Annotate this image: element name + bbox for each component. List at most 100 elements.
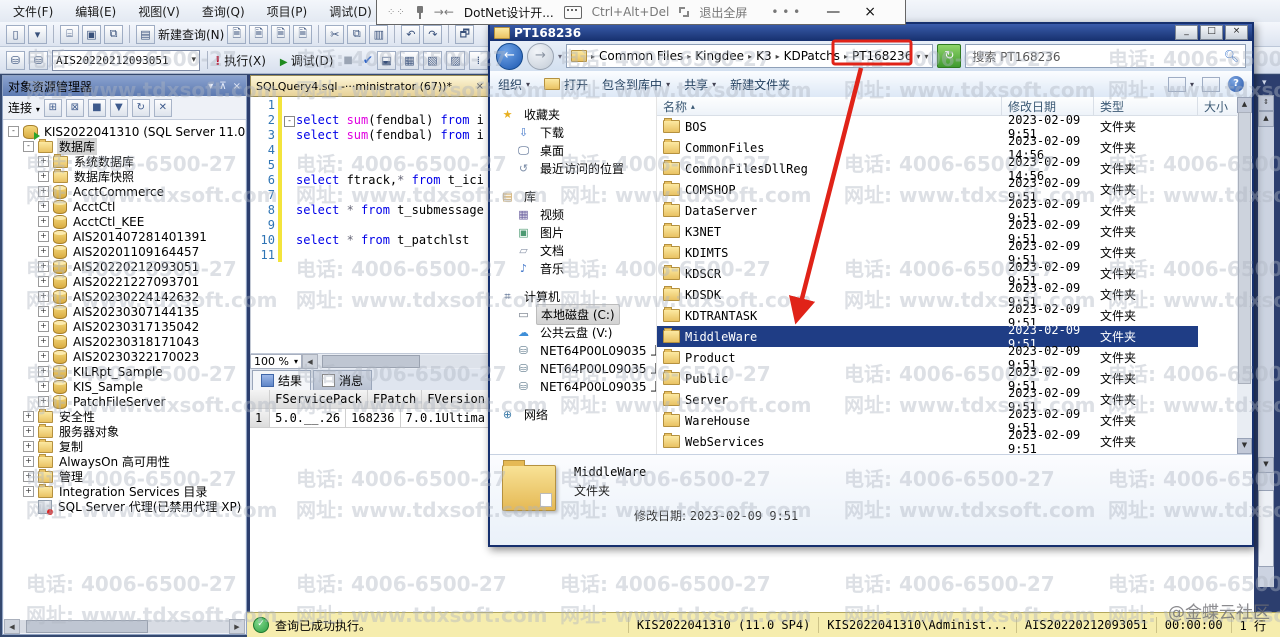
file-row[interactable]: WebServices2023-02-09 9:51文件夹 (657, 431, 1252, 452)
tree-item[interactable]: +AIS20230224142632 (4, 289, 245, 304)
breadcrumb-arrow-icon[interactable]: ▸ (842, 52, 850, 61)
file-row[interactable]: COMSHOP2023-02-09 9:51文件夹 (657, 179, 1252, 200)
change-connection-icon[interactable]: ⛁ (29, 51, 48, 70)
exit-fullscreen-icon[interactable] (679, 7, 689, 17)
object-explorer-hscrollbar[interactable]: ◀ ▶ (4, 620, 245, 633)
tree-item[interactable]: +KIS_Sample (4, 379, 245, 394)
tree-expander[interactable]: + (38, 381, 49, 392)
editor-tab[interactable]: SQLQuery4.sql -···ministrator (67))* × (250, 75, 490, 97)
file-row[interactable]: CommonFiles2023-02-09 14:56文件夹 (657, 137, 1252, 158)
tree-expander[interactable]: + (38, 201, 49, 212)
sidebar-item[interactable]: ⊕网络 (490, 405, 656, 423)
file-row[interactable]: K3NET2023-02-09 9:51文件夹 (657, 221, 1252, 242)
tree-item[interactable]: +数据库快照 (4, 169, 245, 184)
connect-button[interactable]: 连接 ▾ (8, 99, 40, 116)
ctrl-alt-del-button[interactable]: Ctrl+Alt+Del (592, 5, 670, 19)
sidebar-item[interactable]: ⛁NET64P00L09035 上的 (490, 341, 656, 359)
tree-item[interactable]: +安全性 (4, 409, 245, 424)
debug-button[interactable]: ▶ 调试(D) (280, 52, 333, 69)
tree-item[interactable]: +Integration Services 目录 (4, 484, 245, 499)
scroll-left-icon[interactable]: ◀ (302, 354, 318, 369)
results-data-row[interactable]: 1 5.0.__.26 168236 7.0.1Ultima (250, 409, 490, 428)
include-in-library-button[interactable]: 包含到库中▾ (602, 76, 670, 93)
open-button[interactable]: 打开 (544, 76, 588, 93)
tree-expander[interactable]: + (38, 291, 49, 302)
tab-results[interactable]: 结果 (252, 370, 311, 390)
back-button[interactable]: ← (496, 43, 523, 70)
menu-item[interactable]: 视图(V) (129, 2, 189, 21)
share-button[interactable]: 共享▾ (684, 76, 716, 93)
more-options-button[interactable]: • • • (771, 5, 800, 19)
connect-server-icon[interactable]: ⊞ (44, 99, 62, 117)
new-project-icon[interactable]: ▯ (6, 25, 25, 44)
tree-item[interactable]: +AIS20230307144135 (4, 304, 245, 319)
file-row[interactable]: Public2023-02-09 9:51文件夹 (657, 368, 1252, 389)
organize-button[interactable]: 组织▾ (498, 76, 530, 93)
lines-icon[interactable]: ▨ (446, 51, 465, 70)
file-row[interactable]: WareHouse2023-02-09 9:51文件夹 (657, 410, 1252, 431)
tree-item[interactable]: +AIS20230318171043 (4, 334, 245, 349)
menu-item[interactable]: 查询(Q) (193, 2, 254, 21)
edit-icon[interactable]: ▦ (400, 51, 419, 70)
splitter-grip[interactable]: ⇕ (1258, 95, 1274, 111)
tree-item[interactable]: -KIS2022041310 (SQL Server 11.0.700 (4, 124, 245, 139)
file-row[interactable]: BOS2023-02-09 9:51文件夹 (657, 116, 1252, 137)
close-button[interactable]: × (1225, 25, 1248, 40)
scroll-down-icon[interactable]: ▼ (1237, 438, 1252, 454)
tree-item[interactable]: +KILRpt_Sample (4, 364, 245, 379)
window-position-icon[interactable]: ▾ (208, 81, 213, 92)
tree-expander[interactable]: - (8, 126, 19, 137)
scroll-left-icon[interactable]: ◀ (4, 619, 20, 634)
forward-button[interactable]: → (527, 43, 554, 70)
scroll-up-icon[interactable]: ▲ (1258, 111, 1274, 127)
scroll-right-icon[interactable]: ▶ (229, 619, 245, 634)
column-header-name[interactable]: 名称 ▴ (657, 97, 1002, 115)
new-query-icon[interactable]: ▤ (136, 25, 155, 44)
breadcrumb-segment[interactable]: KDPatchs (782, 49, 842, 63)
sidebar-item[interactable]: 🖵桌面 (490, 141, 656, 159)
column-header[interactable]: FVersion (422, 390, 490, 409)
redo-icon[interactable]: ↷ (423, 25, 442, 44)
scroll-thumb[interactable] (322, 355, 420, 368)
sidebar-item[interactable]: ▭本地磁盘 (C:) (490, 305, 656, 323)
tree-item[interactable]: +复制 (4, 439, 245, 454)
editor-vscrollbar[interactable]: ⇕ ▲ ▼ (1258, 95, 1274, 587)
tree-item[interactable]: +AIS20230317135042 (4, 319, 245, 334)
breadcrumb-segment[interactable]: Kingdee (693, 49, 746, 63)
column-header-size[interactable]: 大小 (1198, 97, 1240, 115)
save-all-icon[interactable]: ⧉ (104, 25, 123, 44)
parse-icon[interactable]: ✔ (363, 53, 373, 67)
tab-messages[interactable]: 消息 (313, 370, 372, 390)
chevron-down-icon[interactable]: ▾ (191, 55, 196, 65)
file-row[interactable]: Server2023-02-09 9:51文件夹 (657, 389, 1252, 410)
refresh-button[interactable]: ↻ (937, 44, 961, 68)
tree-item[interactable]: +AIS20230322170023 (4, 349, 245, 364)
remove-icon[interactable]: ✕ (154, 99, 172, 117)
sidebar-item[interactable]: ▣图片 (490, 223, 656, 241)
scroll-up-icon[interactable]: ▲ (1237, 97, 1252, 113)
tree-item[interactable]: +AIS20221227093701 (4, 274, 245, 289)
filter-icon[interactable]: ▼ (110, 99, 128, 117)
breadcrumb-arrow-icon[interactable]: ▸ (589, 52, 597, 61)
sidebar-item[interactable]: ⇩下载 (490, 123, 656, 141)
tree-expander[interactable]: + (23, 456, 34, 467)
column-header[interactable]: FServicePack (270, 390, 368, 409)
tree-expander[interactable]: - (23, 141, 34, 152)
column-header-type[interactable]: 类型 (1094, 97, 1198, 115)
sidebar-item[interactable]: ⛁NET64P00L09035 上的 (490, 377, 656, 395)
file-list-vscrollbar[interactable]: ▲ ▼ (1237, 97, 1252, 454)
tree-expander[interactable]: + (38, 321, 49, 332)
paste-icon[interactable]: ▥ (369, 25, 388, 44)
tree-item[interactable]: +AIS20220212093051 (4, 259, 245, 274)
breadcrumb-dropdown-icon[interactable]: ▾ (914, 52, 922, 61)
fit-arrows-icon[interactable]: →← (434, 5, 454, 19)
dmx-doc-icon[interactable]: 🗎 (271, 25, 290, 44)
scroll-thumb[interactable] (1258, 490, 1274, 567)
tree-item[interactable]: SQL Server 代理(已禁用代理 XP) (4, 499, 245, 514)
tree-expander[interactable]: + (23, 486, 34, 497)
undo-icon[interactable]: ↶ (401, 25, 420, 44)
db-query-doc-icon[interactable]: 🗎 (227, 25, 246, 44)
sidebar-item[interactable]: ♪音乐 (490, 259, 656, 277)
breadcrumb-arrow-icon[interactable]: ▸ (746, 52, 754, 61)
tree-expander[interactable]: + (38, 276, 49, 287)
